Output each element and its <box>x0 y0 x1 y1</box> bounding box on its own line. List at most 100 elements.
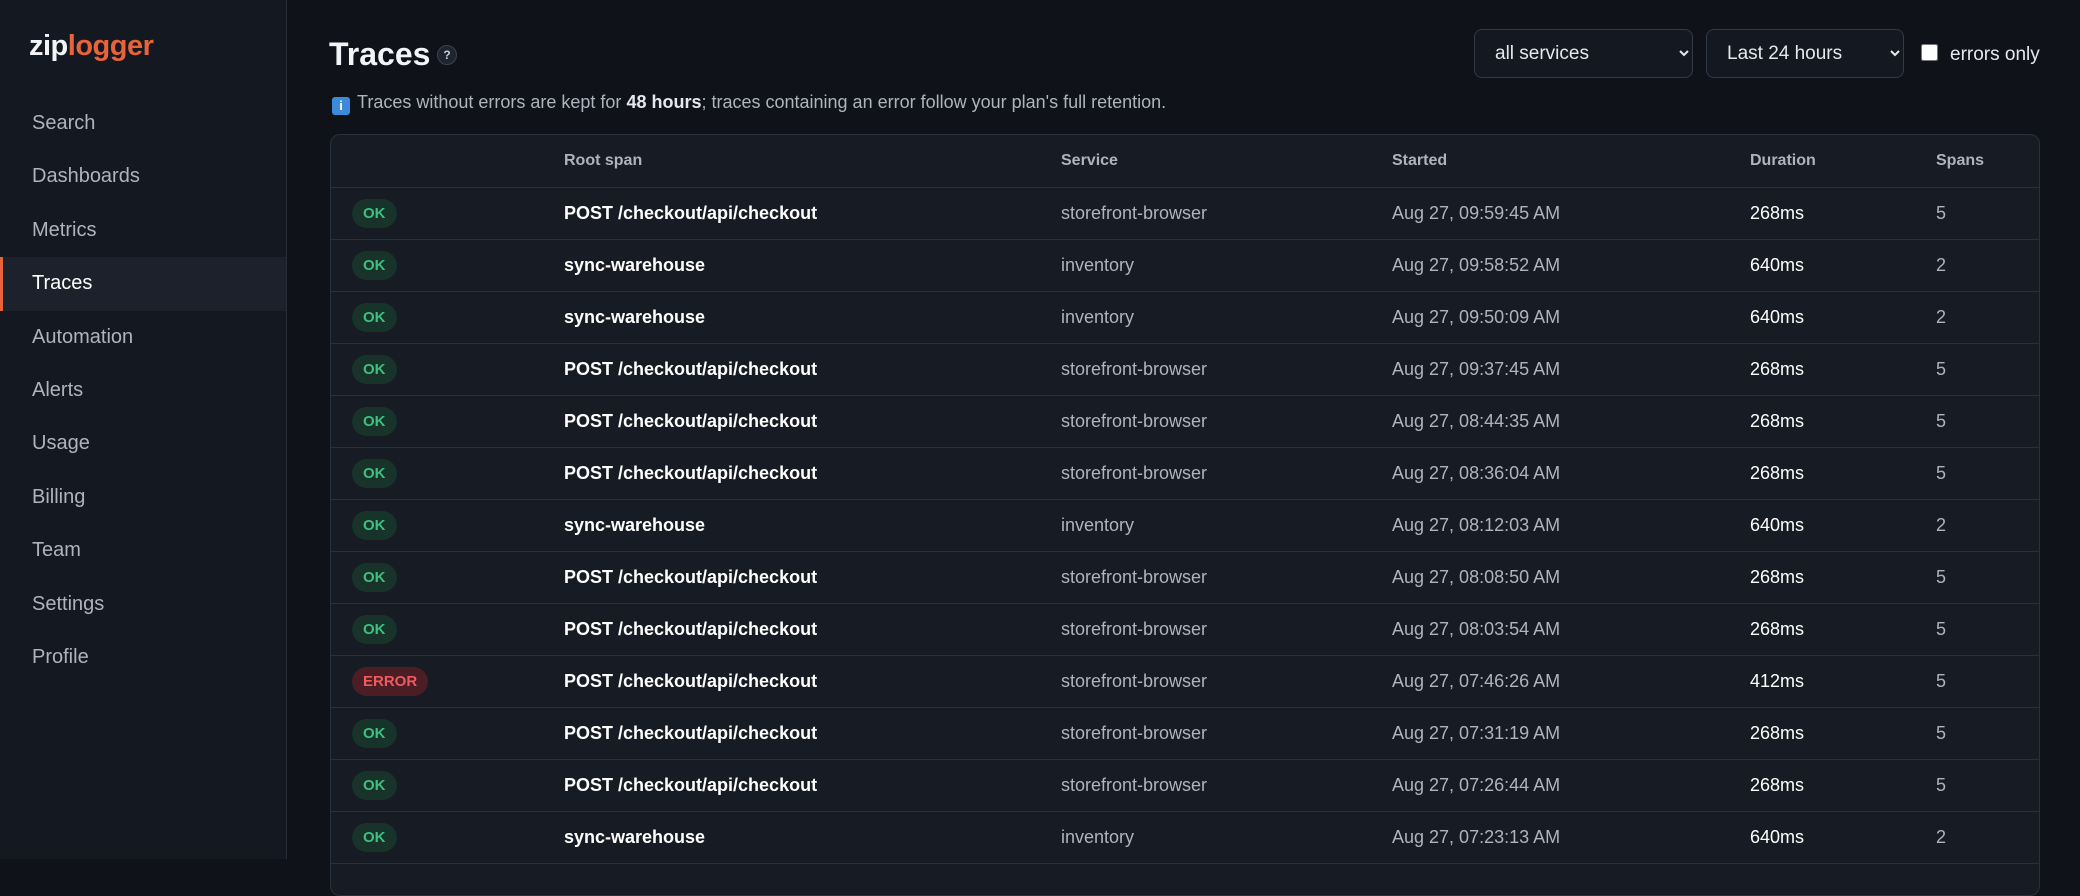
duration-cell: 268ms <box>1750 618 1805 639</box>
logo[interactable]: ziplogger <box>29 30 154 63</box>
status-badge: OK <box>352 510 397 540</box>
duration-cell: 640ms <box>1750 254 1805 275</box>
started-cell: Aug 27, 09:58:52 AM <box>1392 254 1561 275</box>
table-row[interactable]: ERROR POST /checkout/api/checkout storefro… <box>331 655 2039 707</box>
root-span-cell: POST /checkout/api/checkout <box>564 462 818 483</box>
duration-cell: 268ms <box>1750 462 1805 483</box>
table-row[interactable]: OK sync-warehouse inventory Aug 27, 09:58:5… <box>331 239 2039 291</box>
started-cell: Aug 27, 08:36:04 AM <box>1392 462 1561 483</box>
spans-cell: 5 <box>1936 410 1947 431</box>
traces-table: Root span Service Started Duration Spans… <box>331 135 2039 864</box>
sidebar-item-automation[interactable]: Automation <box>0 311 286 364</box>
spans-cell: 2 <box>1936 826 1947 847</box>
started-cell: Aug 27, 08:08:50 AM <box>1392 566 1561 587</box>
status-badge: OK <box>352 614 397 644</box>
spans-cell: 2 <box>1936 254 1947 275</box>
service-cell: storefront-browser <box>1061 774 1208 795</box>
status-cell: OK <box>331 603 564 655</box>
status-cell: OK <box>331 187 564 239</box>
duration-cell: 640ms <box>1750 514 1805 535</box>
duration-cell: 268ms <box>1750 566 1805 587</box>
table-row[interactable]: OK POST /checkout/api/checkout storefront-… <box>331 707 2039 759</box>
duration-cell: 268ms <box>1750 722 1805 743</box>
duration-cell: 268ms <box>1750 202 1805 223</box>
service-cell: inventory <box>1061 514 1135 535</box>
table-row[interactable]: OK POST /checkout/api/checkout storefront-… <box>331 447 2039 499</box>
sidebar-item-billing[interactable]: Billing <box>0 471 286 524</box>
spans-cell: 5 <box>1936 722 1947 743</box>
column-header-duration[interactable]: Duration <box>1750 135 1936 188</box>
started-cell: Aug 27, 09:37:45 AM <box>1392 358 1561 379</box>
column-header-spans[interactable]: Spans <box>1936 135 2039 188</box>
sidebar-item-profile[interactable]: Profile <box>0 631 286 684</box>
column-header-service[interactable]: Service <box>1061 135 1392 188</box>
info-text-bold: 48 hours <box>626 92 702 112</box>
status-badge: OK <box>352 822 397 852</box>
service-cell: storefront-browser <box>1061 618 1208 639</box>
root-span-cell: POST /checkout/api/checkout <box>564 618 818 639</box>
service-cell: inventory <box>1061 306 1135 327</box>
status-cell: OK <box>331 239 564 291</box>
table-row[interactable]: OK POST /checkout/api/checkout storefront-… <box>331 395 2039 447</box>
root-span-cell: POST /checkout/api/checkout <box>564 722 818 743</box>
table-row[interactable]: OK sync-warehouse inventory Aug 27, 08:12:0… <box>331 499 2039 551</box>
service-select[interactable]: all services <box>1474 29 1693 78</box>
table-row[interactable]: OK POST /checkout/api/checkout storefront-… <box>331 759 2039 811</box>
status-badge: OK <box>352 406 397 436</box>
sidebar-item-metrics[interactable]: Metrics <box>0 204 286 257</box>
help-icon[interactable]: ? <box>437 45 457 65</box>
column-header-root-span[interactable]: Root span <box>564 135 1061 188</box>
spans-cell: 5 <box>1936 202 1947 223</box>
sidebar-nav: Search Dashboards Metrics Traces Automation A… <box>0 97 286 684</box>
status-badge: OK <box>352 562 397 592</box>
sidebar-item-traces[interactable]: Traces <box>0 257 286 311</box>
spans-cell: 5 <box>1936 566 1947 587</box>
table-row[interactable]: OK POST /checkout/api/checkout storefront-… <box>331 551 2039 603</box>
sidebar-item-settings[interactable]: Settings <box>0 578 286 631</box>
status-cell: OK <box>331 811 564 863</box>
root-span-cell: POST /checkout/api/checkout <box>564 566 818 587</box>
logo-zip: zip <box>29 30 68 62</box>
retention-info: i Traces without errors are kept for 48 h… <box>332 92 1166 115</box>
errors-only-toggle[interactable]: errors only <box>1921 44 2040 66</box>
root-span-cell: sync-warehouse <box>564 826 706 847</box>
status-badge: OK <box>352 718 397 748</box>
logo-logger: logger <box>67 30 154 62</box>
root-span-cell: sync-warehouse <box>564 254 706 275</box>
sidebar-item-search[interactable]: Search <box>0 97 286 150</box>
sidebar-item-alerts[interactable]: Alerts <box>0 364 286 417</box>
service-cell: storefront-browser <box>1061 670 1208 691</box>
status-badge: OK <box>352 250 397 280</box>
column-header-started[interactable]: Started <box>1392 135 1750 188</box>
sidebar-item-usage[interactable]: Usage <box>0 417 286 470</box>
started-cell: Aug 27, 09:50:09 AM <box>1392 306 1561 327</box>
table-row[interactable]: OK sync-warehouse inventory Aug 27, 09:50:0… <box>331 291 2039 343</box>
root-span-cell: POST /checkout/api/checkout <box>564 358 818 379</box>
table-row[interactable]: OK POST /checkout/api/checkout storefront-… <box>331 187 2039 239</box>
spans-cell: 2 <box>1936 306 1947 327</box>
errors-only-label: errors only <box>1950 44 2040 65</box>
sidebar-item-team[interactable]: Team <box>0 524 286 577</box>
status-badge: OK <box>352 458 397 488</box>
errors-only-checkbox[interactable] <box>1921 44 1938 61</box>
root-span-cell: sync-warehouse <box>564 306 706 327</box>
status-cell: OK <box>331 343 564 395</box>
service-cell: storefront-browser <box>1061 566 1208 587</box>
spans-cell: 5 <box>1936 774 1947 795</box>
root-span-cell: sync-warehouse <box>564 514 706 535</box>
status-cell: OK <box>331 551 564 603</box>
status-badge: OK <box>352 354 397 384</box>
root-span-cell: POST /checkout/api/checkout <box>564 202 818 223</box>
root-span-cell: POST /checkout/api/checkout <box>564 410 818 431</box>
column-header-status <box>331 135 564 188</box>
sidebar-item-dashboards[interactable]: Dashboards <box>0 150 286 203</box>
time-range-select[interactable]: Last 24 hours <box>1706 29 1904 78</box>
table-row[interactable]: OK sync-warehouse inventory Aug 27, 07:23:1… <box>331 811 2039 863</box>
table-row[interactable]: OK POST /checkout/api/checkout storefront-… <box>331 603 2039 655</box>
spans-cell: 2 <box>1936 514 1947 535</box>
info-text-1: Traces without errors are kept for <box>357 92 627 112</box>
started-cell: Aug 27, 08:44:35 AM <box>1392 410 1561 431</box>
status-cell: OK <box>331 499 564 551</box>
status-badge: ERROR <box>352 666 429 696</box>
table-row[interactable]: OK POST /checkout/api/checkout storefront-… <box>331 343 2039 395</box>
